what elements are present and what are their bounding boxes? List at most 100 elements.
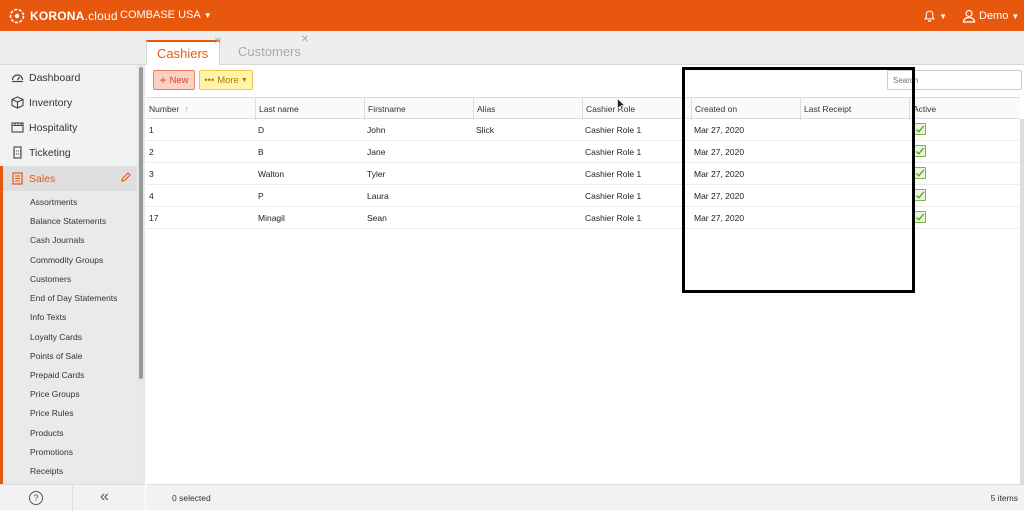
tab-cashiers[interactable]: Cashiers ✕ [146, 36, 222, 66]
chevron-down-icon: ▼ [203, 11, 212, 20]
cell-number: 4 [149, 191, 154, 201]
submenu-item[interactable]: Points of Sale [30, 351, 82, 361]
sidebar-item-label: Dashboard [29, 71, 81, 84]
check-icon [916, 125, 925, 133]
submenu-item[interactable]: End of Day Statements [30, 293, 117, 303]
cell-alias [473, 185, 476, 207]
pencil-icon[interactable] [120, 172, 131, 183]
more-button[interactable]: ••• More ▼ [199, 70, 253, 90]
sort-ascending-icon: ↑ [184, 104, 189, 114]
sidebar-footer: ? « [0, 484, 145, 511]
check-icon [916, 147, 925, 155]
cell-firstname: Sean [367, 213, 387, 223]
cell-firstname: Jane [367, 147, 386, 157]
submenu-item[interactable]: Receipts [30, 466, 63, 476]
new-button-label: New [169, 74, 189, 86]
active-checkbox[interactable] [914, 145, 926, 157]
mouse-cursor-icon [617, 98, 626, 110]
close-icon[interactable]: ✕ [214, 36, 222, 47]
bell-icon [924, 10, 935, 22]
table-scrollbar[interactable] [1020, 119, 1024, 484]
highlight-box [682, 67, 915, 293]
close-icon[interactable]: ✕ [301, 34, 309, 45]
chevron-down-icon: ▼ [240, 76, 248, 84]
cell-number: 1 [149, 125, 154, 135]
submenu-item[interactable]: Price Rules [30, 408, 73, 418]
sidebar-scrollbar-thumb[interactable] [139, 67, 143, 379]
status-bar: 0 selected 5 items [146, 484, 1024, 510]
user-icon [962, 9, 976, 23]
submenu-item[interactable]: Balance Statements [30, 216, 106, 226]
active-checkbox[interactable] [914, 211, 926, 223]
new-button[interactable]: + New [153, 70, 195, 90]
sidebar-item-ticketing[interactable]: Ticketing [0, 140, 137, 165]
check-icon [916, 191, 925, 199]
submenu-item[interactable]: Info Texts [30, 312, 66, 322]
brand-name: KORONA.cloud [30, 9, 118, 23]
logo[interactable]: KORONA.cloud [8, 7, 118, 25]
cell-alias [473, 207, 476, 229]
submenu-item[interactable]: Prepaid Cards [30, 370, 84, 380]
cell-cashier-role: Cashier Role 1 [585, 125, 642, 135]
user-name: Demo [979, 10, 1009, 22]
check-icon [916, 213, 925, 221]
cell-last-name: Walton [258, 169, 285, 179]
plus-icon: + [159, 73, 167, 87]
sidebar-item-hospitality[interactable]: Hospitality [0, 115, 137, 140]
sidebar-item-label: Sales [29, 172, 56, 185]
column-label: Number [149, 104, 180, 114]
submenu-item[interactable]: Promotions [30, 447, 73, 457]
dots-icon: ••• [204, 74, 215, 86]
sidebar-item-sales[interactable]: Sales [0, 166, 137, 191]
sales-icon [10, 172, 24, 186]
cell-firstname: John [367, 125, 386, 135]
sidebar-item-label: Hospitality [29, 121, 78, 134]
dashboard-icon [10, 71, 24, 85]
column-header-alias[interactable]: Alias [473, 98, 582, 120]
column-header-number[interactable]: Number ↑ [146, 98, 255, 120]
cell-cashier-role: Cashier Role 1 [585, 213, 642, 223]
active-checkbox[interactable] [914, 167, 926, 179]
cell-number: 2 [149, 147, 154, 157]
check-icon [916, 169, 925, 177]
submenu-item[interactable]: Products [30, 428, 64, 438]
top-bar: KORONA.cloud COMBASE USA ▼ ▼ Demo ▼ [0, 0, 1024, 31]
notifications-button[interactable]: ▼ [923, 7, 947, 25]
column-header-cashier-role[interactable]: Cashier Role [582, 98, 691, 120]
submenu-item[interactable]: Customers [30, 274, 71, 284]
active-checkbox[interactable] [914, 189, 926, 201]
cell-firstname: Laura [367, 191, 389, 201]
tab-strip: Cashiers ✕ Customers ✕ [0, 31, 1024, 66]
cell-alias [473, 141, 476, 163]
column-header-active[interactable]: Active [909, 98, 1020, 120]
submenu-item[interactable]: Price Groups [30, 389, 80, 399]
cell-number: 17 [149, 213, 159, 223]
cell-cashier-role: Cashier Role 1 [585, 191, 642, 201]
cell-cashier-role: Cashier Role 1 [585, 169, 642, 179]
sales-submenu: Assortments Balance Statements Cash Jour… [0, 191, 137, 484]
tab-customers[interactable]: Customers ✕ [228, 34, 309, 66]
divider [72, 485, 73, 511]
submenu-item[interactable]: Assortments [30, 197, 77, 207]
cell-firstname: Tyler [367, 169, 386, 179]
sidebar-item-inventory[interactable]: Inventory [0, 90, 137, 115]
cell-alias: Slick [476, 125, 494, 135]
submenu-item[interactable]: Commodity Groups [30, 255, 103, 265]
cell-last-name: D [258, 125, 265, 135]
tab-label: Cashiers [157, 46, 209, 61]
sidebar: Dashboard Inventory Hospitality Ticketin… [0, 65, 145, 484]
company-selector[interactable]: COMBASE USA ▼ [120, 9, 212, 21]
cell-cashier-role: Cashier Role 1 [585, 147, 642, 157]
collapse-sidebar-button[interactable]: « [100, 488, 109, 506]
sidebar-item-label: Inventory [29, 96, 73, 109]
column-header-last-name[interactable]: Last name [255, 98, 364, 120]
user-menu[interactable]: Demo ▼ [962, 8, 1019, 24]
submenu-item[interactable]: Cash Journals [30, 235, 84, 245]
chevron-down-icon: ▼ [939, 11, 947, 21]
more-button-label: More [217, 74, 239, 86]
sidebar-item-dashboard[interactable]: Dashboard [0, 65, 137, 90]
help-button[interactable]: ? [29, 491, 43, 505]
active-checkbox[interactable] [914, 123, 926, 135]
submenu-item[interactable]: Loyalty Cards [30, 332, 82, 342]
column-header-firstname[interactable]: Firstname [364, 98, 473, 120]
